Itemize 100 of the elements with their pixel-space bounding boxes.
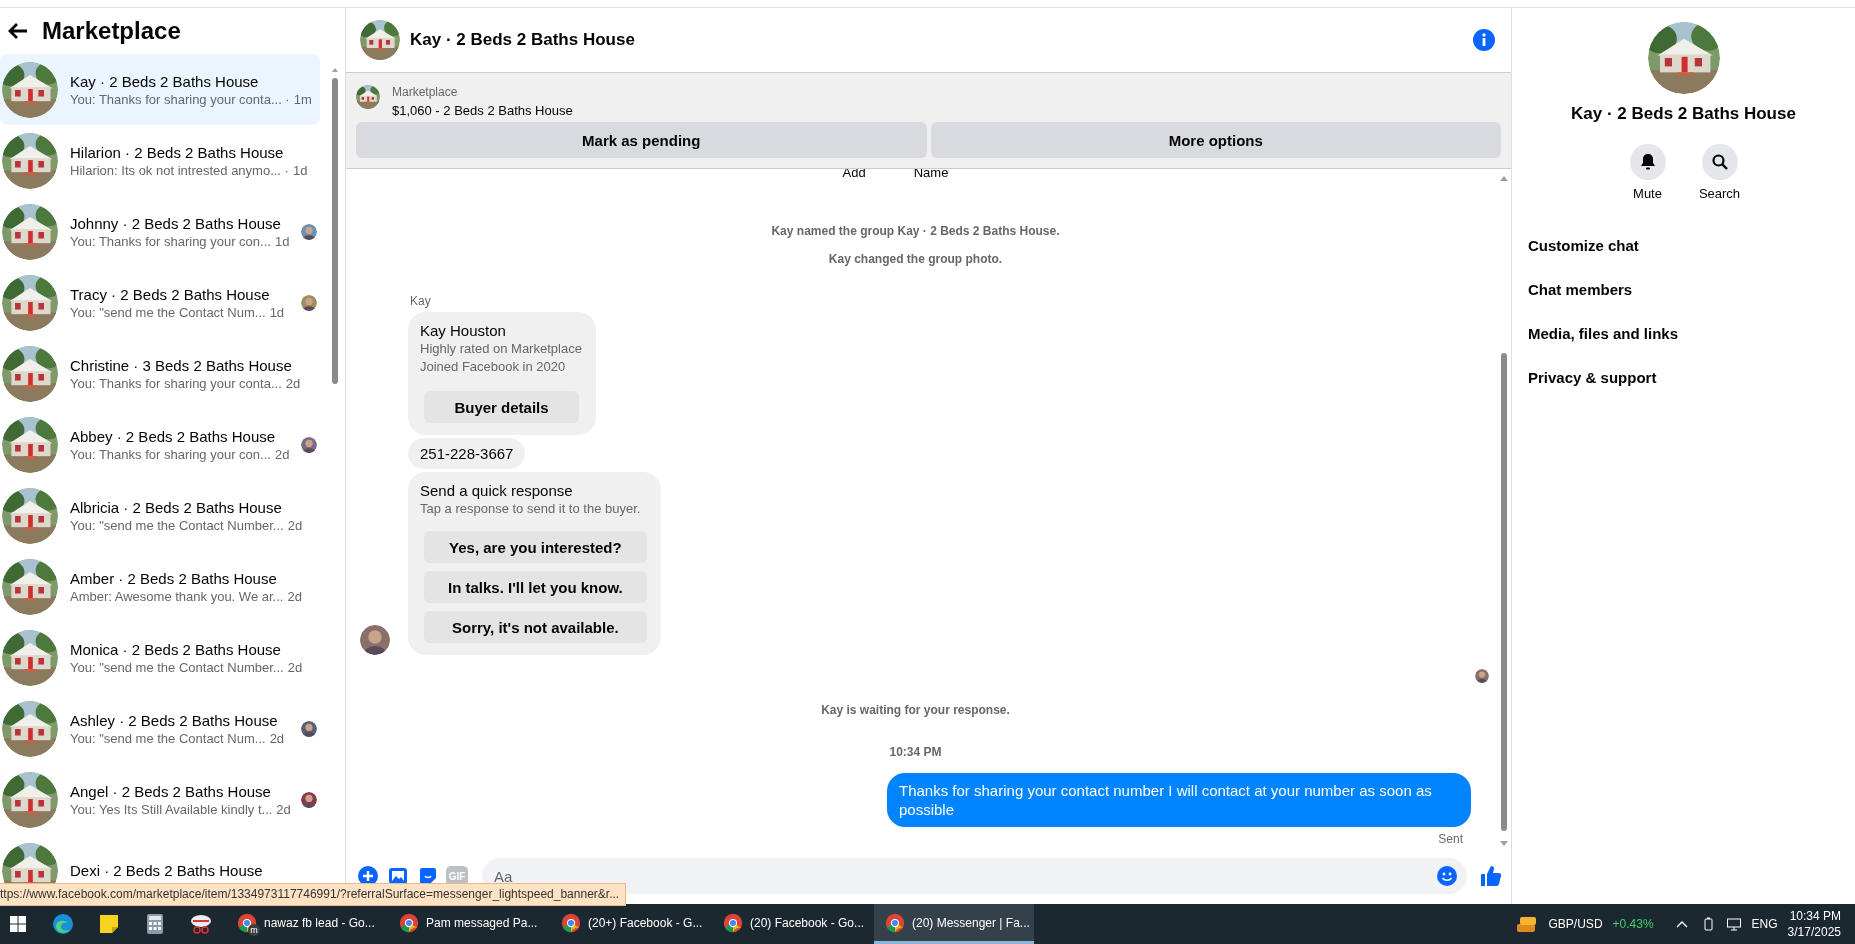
- conversation-item[interactable]: Angel · 2 Beds 2 Baths House You: Yes Its Still Available kindly t... 2d: [0, 764, 320, 835]
- thumbs-up-icon[interactable]: [1479, 864, 1503, 888]
- windows-start-icon[interactable]: [10, 916, 26, 932]
- bell-icon: [1638, 153, 1657, 171]
- quick-response-button[interactable]: Yes, are you interested?: [424, 531, 647, 563]
- message-time: 1d: [292, 162, 308, 178]
- clock-time[interactable]: 10:34 PM: [1789, 909, 1841, 923]
- message-time: 2d: [276, 801, 291, 817]
- buyer-info: Joined Facebook in 2020: [420, 359, 567, 375]
- menu-item[interactable]: Media, files and links: [1528, 311, 1839, 355]
- conversation-item[interactable]: Hilarion · 2 Beds 2 Baths House Hilarion: Its ok not intrested anymo... · 1d: [0, 125, 320, 196]
- message-bubble: Thanks for sharing your contact number I will contact at your number as soon as possible: [887, 773, 1471, 827]
- sender-name: Kay: [410, 294, 432, 308]
- message-preview: You: Thanks for sharing your con...: [70, 446, 271, 462]
- message-time: 2d: [287, 659, 303, 675]
- conversation-name: Abbey · 2 Beds 2 Baths House: [70, 427, 276, 445]
- conversation-name: Monica · 2 Beds 2 Baths House: [70, 640, 281, 658]
- menu-item[interactable]: Privacy & support: [1528, 355, 1839, 399]
- message-preview: You: "send me the Contact Number...: [70, 659, 284, 675]
- quick-response-hint: Tap a response to send it to the buyer.: [420, 501, 642, 517]
- conversation-item[interactable]: Kay · 2 Beds 2 Baths House You: Thanks for sharing your conta... · 1m: [0, 54, 320, 125]
- browser-icon[interactable]: [51, 912, 75, 936]
- search-icon: [1710, 153, 1729, 171]
- system-message: Kay is waiting for your response.: [820, 703, 1011, 717]
- message-preview: You: Yes Its Still Available kindly t...: [70, 801, 273, 817]
- message-time: 1d: [274, 233, 290, 249]
- conversation-item[interactable]: Abbey · 2 Beds 2 Baths House You: Thanks for sharing your con... 2d: [0, 409, 320, 480]
- message-time: 2d: [285, 375, 301, 391]
- message-timestamp: 10:34 PM: [888, 745, 943, 759]
- profile-badge: m: [248, 924, 260, 936]
- search-button[interactable]: [1701, 144, 1738, 180]
- listing-action-button[interactable]: Mark as pending: [356, 122, 927, 158]
- message-preview: Hilarion: Its ok not intrested anymo... ·: [70, 162, 289, 178]
- menu-item[interactable]: Chat members: [1528, 267, 1839, 311]
- browser-icon: [236, 911, 258, 934]
- info-icon[interactable]: [1473, 29, 1495, 51]
- back-arrow-icon[interactable]: [8, 22, 28, 40]
- message-time: 1d: [269, 304, 285, 320]
- language-indicator[interactable]: ENG: [1751, 917, 1778, 931]
- message-preview: You: "send me the Contact Num...: [70, 304, 266, 320]
- browser-icon: [722, 911, 744, 934]
- message-time: 2d: [269, 730, 285, 746]
- conversation-name: Kay · 2 Beds 2 Baths House: [70, 72, 259, 90]
- conversation-title: Kay · 2 Beds 2 Baths House: [1571, 104, 1796, 124]
- conversation-item[interactable]: Johnny · 2 Beds 2 Baths House You: Thanks for sharing your con... 1d: [0, 196, 320, 267]
- listing-title[interactable]: $1,060 - 2 Beds 2 Baths House: [392, 103, 573, 118]
- conversation-name: Albricia · 2 Beds 2 Baths House: [70, 498, 282, 516]
- menu-item[interactable]: Customize chat: [1528, 223, 1839, 267]
- buyer-details-button[interactable]: Buyer details: [424, 391, 579, 423]
- action-label: Mute: [1633, 186, 1662, 201]
- browser-icon: [884, 911, 906, 934]
- system-message: Kay named the group Kay · 2 Beds 2 Baths House.: [770, 224, 1061, 238]
- listing-source: Marketplace: [392, 85, 459, 99]
- conversation-item[interactable]: Tracy · 2 Beds 2 Baths House You: "send me the Contact Num... 1d: [0, 267, 320, 338]
- conversation-item[interactable]: Albricia · 2 Beds 2 Baths House You: "send me the Contact Number... 2d: [0, 480, 320, 551]
- message-preview: You: "send me the Contact Num...: [70, 730, 266, 746]
- taskbar-window[interactable]: (20+) Facebook - G...: [550, 904, 710, 944]
- conversation-name: Amber · 2 Beds 2 Baths House: [70, 569, 277, 587]
- message-time: 1m: [293, 91, 312, 107]
- monitor-icon[interactable]: [1725, 916, 1742, 932]
- message-preview: You: Thanks for sharing your con...: [70, 233, 271, 249]
- listing-action-button[interactable]: More options: [930, 122, 1501, 158]
- scrollbar[interactable]: [331, 66, 339, 386]
- conversation-item[interactable]: Ashley · 2 Beds 2 Baths House You: "send me the Contact Num... 2d: [0, 693, 320, 764]
- page-title: Marketplace: [42, 17, 181, 45]
- currency-icon: [1514, 914, 1539, 934]
- browser-icon: [398, 911, 420, 934]
- conversation-item[interactable]: Amber · 2 Beds 2 Baths House Amber: Awesome thank you. We ar... 2d: [0, 551, 320, 622]
- taskbar-window[interactable]: Pam messaged Pa...: [388, 904, 548, 944]
- conversation-name: Johnny · 2 Beds 2 Baths House: [70, 214, 281, 232]
- taskbar-window[interactable]: m nawaz fb lead - Go...: [226, 904, 386, 944]
- message-preview: You: "send me the Contact Number...: [70, 517, 284, 533]
- conversation-name: Tracy · 2 Beds 2 Baths House: [70, 285, 270, 303]
- conversation-name: Hilarion · 2 Beds 2 Baths House: [70, 143, 284, 161]
- system-message: Kay changed the group photo.: [827, 252, 1004, 266]
- delivery-status: Sent: [1438, 832, 1463, 846]
- conversation-item[interactable]: Monica · 2 Beds 2 Baths House You: "send me the Contact Number... 2d: [0, 622, 320, 693]
- quick-response-button[interactable]: Sorry, it's not available.: [424, 611, 647, 643]
- chat-title: Kay · 2 Beds 2 Baths House: [410, 30, 636, 50]
- mute-button[interactable]: [1629, 144, 1666, 180]
- action-label: Search: [1698, 186, 1741, 201]
- conversation-name: Dexi · 2 Beds 2 Baths House: [70, 862, 263, 879]
- ticker-change: +0.43%: [1612, 917, 1654, 931]
- message-preview: You: Thanks for sharing your conta... ·: [70, 91, 290, 107]
- taskbar-window[interactable]: (20) Facebook - Go...: [712, 904, 872, 944]
- quick-response-button[interactable]: In talks. I'll let you know.: [424, 571, 647, 603]
- quick-response-title: Send a quick response: [420, 482, 574, 499]
- conversation-name: Angel · 2 Beds 2 Baths House: [70, 782, 271, 800]
- sticky-note-icon[interactable]: [97, 912, 121, 936]
- buyer-name: Kay Houston: [420, 322, 507, 339]
- conversation-item[interactable]: Christine · 3 Beds 2 Baths House You: Thanks for sharing your conta... 2d: [0, 338, 320, 409]
- taskbar-window[interactable]: (20) Messenger | Fa...: [874, 904, 1034, 944]
- clock-date[interactable]: 3/17/2025: [1787, 925, 1841, 939]
- message-bubble: 251-228-3667: [408, 438, 526, 469]
- scissors-icon[interactable]: [189, 912, 213, 936]
- message-time: 2d: [287, 517, 303, 533]
- message-preview: You: Thanks for sharing your conta...: [70, 375, 282, 391]
- message-preview: Amber: Awesome thank you. We ar...: [70, 588, 284, 604]
- message-time: 2d: [287, 588, 302, 604]
- conversation-name: Ashley · 2 Beds 2 Baths House: [70, 711, 278, 729]
